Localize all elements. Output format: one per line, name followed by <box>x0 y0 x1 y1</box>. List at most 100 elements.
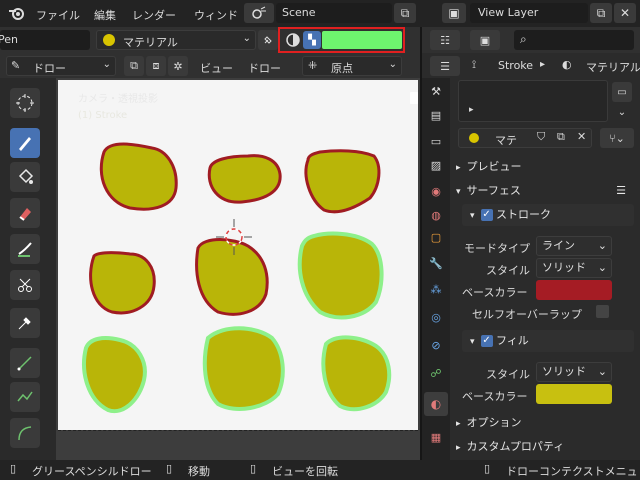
vertex-color-icon[interactable]: ▚ <box>303 31 321 49</box>
world-tab-icon[interactable]: ◍ <box>426 204 446 226</box>
scene-name: Scene <box>282 6 316 19</box>
preview-panel-header[interactable]: ▸ プレビュー <box>448 156 636 178</box>
options-panel-header[interactable]: ▸ オプション <box>448 412 636 434</box>
mode-selector[interactable]: ✎ ドロー ⌄ <box>6 56 116 76</box>
new-view-layer-icon[interactable]: ⧉ <box>590 3 612 23</box>
view-menu[interactable]: ビュー <box>200 60 233 76</box>
cursor-tool-icon[interactable] <box>10 88 40 118</box>
mode-type-dropdown[interactable]: ライン ⌄ <box>536 236 612 256</box>
green-blob-3 <box>202 326 285 411</box>
properties-search-input[interactable]: ⌕ <box>514 30 634 50</box>
polyline-tool-icon[interactable] <box>10 382 40 412</box>
red-blob-4 <box>89 251 156 315</box>
active-color-fill <box>322 31 402 49</box>
material-selector[interactable]: マテリアル ⌄ <box>96 30 256 50</box>
eyedropper-tool-icon[interactable] <box>10 308 40 338</box>
new-scene-icon[interactable]: ⧉ <box>394 3 416 23</box>
view-layer-tab-icon[interactable]: ▨ <box>426 154 446 176</box>
view-layer-icon[interactable]: ▣ <box>442 3 466 23</box>
menu-window[interactable]: ウィンド <box>194 7 238 23</box>
duplicate-icon[interactable]: ⧉ <box>557 130 565 144</box>
cutter-tool-icon[interactable] <box>10 270 40 300</box>
chevron-down-icon: ⌄ <box>597 365 607 378</box>
red-blob-3 <box>304 149 381 214</box>
slot-preview-icon[interactable]: ▭ <box>612 82 632 102</box>
output-tab-icon[interactable]: ▭ <box>426 130 446 152</box>
texture-tab-icon[interactable]: ▦ <box>426 426 446 448</box>
draw-menu[interactable]: ドロー <box>248 60 281 76</box>
stroke-style-dropdown[interactable]: ソリッド ⌄ <box>536 258 612 278</box>
custom-props-panel-header[interactable]: ▸ カスタムプロパティ <box>448 436 636 458</box>
line-tool-icon[interactable] <box>10 348 40 378</box>
fake-user-icon[interactable]: ⛉ <box>537 130 545 144</box>
tint-tool-icon[interactable] <box>10 234 40 264</box>
tool-tab-icon[interactable]: ⚒ <box>426 80 446 102</box>
slot-menu-icon[interactable]: ⌄ <box>612 104 632 120</box>
material-slot-list[interactable]: ▸ <box>458 80 608 122</box>
fill-base-color-swatch[interactable] <box>536 384 612 404</box>
surface-panel-header[interactable]: ▾ サーフェス ☰ <box>448 180 636 202</box>
menu-render[interactable]: レンダー <box>132 7 176 23</box>
stroke-enable-checkbox[interactable]: ✓ <box>480 209 493 221</box>
mode-type-label: モードタイプ <box>464 242 530 255</box>
status-item-3: ビューを回転 <box>272 465 338 478</box>
chevron-down-icon: ⌄ <box>242 33 251 44</box>
chevron-right-icon: ▸ <box>456 163 461 173</box>
drawing-canvas[interactable] <box>58 80 418 430</box>
pin-icon[interactable] <box>258 30 278 50</box>
fill-enable-checkbox[interactable]: ✓ <box>480 335 493 347</box>
scene-selector-icon[interactable] <box>244 3 274 23</box>
panel-menu-icon[interactable]: ☰ <box>430 56 460 76</box>
green-blob-1 <box>297 231 384 320</box>
scene-name-field[interactable]: Scene <box>276 3 392 23</box>
material-slot-label: マテ <box>495 134 517 147</box>
material-icon: ◐ <box>562 58 572 71</box>
fill-tool-icon[interactable] <box>10 162 40 192</box>
status-item-2: 移動 <box>188 465 210 478</box>
material-label: マテリアル <box>123 36 178 49</box>
remove-view-layer-icon[interactable]: ✕ <box>614 3 636 23</box>
layer-icon[interactable]: ⧈ <box>146 56 166 76</box>
stroke-base-color-swatch[interactable] <box>536 280 612 300</box>
display-mode-icon[interactable]: ▣ <box>470 30 500 50</box>
node-tree-icon[interactable]: ⑂⌄ <box>600 128 634 148</box>
breadcrumb-material: マテリアル <box>586 61 640 74</box>
stroke-style-label: スタイル <box>486 264 530 277</box>
fill-style-dropdown[interactable]: ソリッド ⌄ <box>536 362 612 382</box>
view-layer-field[interactable]: View Layer <box>470 3 588 23</box>
multiframe-icon[interactable]: ⧉ <box>124 56 144 76</box>
object-name-field[interactable]: Pen <box>0 30 90 50</box>
origin-selector[interactable]: ⁜ 原点 ⌄ <box>302 56 402 76</box>
scene-tab-icon[interactable]: ◉ <box>426 180 446 202</box>
unlink-icon[interactable]: ✕ <box>577 130 586 143</box>
arc-tool-icon[interactable] <box>10 418 40 448</box>
mode-label: ドロー <box>33 62 66 75</box>
menu-edit[interactable]: 編集 <box>94 7 116 23</box>
active-color-swatch[interactable] <box>322 31 402 49</box>
red-blob-2 <box>207 154 282 204</box>
color-mode-icon[interactable] <box>284 31 302 49</box>
editor-type-icon[interactable]: ☷ <box>430 30 460 50</box>
chevron-right-icon: ▸ <box>456 443 461 453</box>
render-tab-icon[interactable]: ▤ <box>426 104 446 126</box>
mouse-left-icon: ▯ <box>10 462 17 475</box>
mode-type-value: ライン <box>542 239 575 252</box>
erase-tool-icon[interactable] <box>10 198 40 228</box>
fill-style-label: スタイル <box>486 368 530 381</box>
fill-subpanel-header[interactable]: ▾ ✓ フィル <box>462 330 634 352</box>
snap-icon[interactable]: ✲ <box>168 56 188 76</box>
material-sphere-icon <box>103 34 115 46</box>
self-overlap-checkbox[interactable] <box>596 305 609 318</box>
menu-file[interactable]: ファイル <box>36 7 80 23</box>
stroke-base-color-label: ベースカラー <box>462 286 528 299</box>
physics-tab-icon[interactable]: ◎ <box>426 306 446 328</box>
origin-label: 原点 <box>331 62 353 75</box>
list-menu-icon[interactable]: ☰ <box>616 180 626 202</box>
options-label: オプション <box>466 416 522 429</box>
stroke-subpanel-header[interactable]: ▾ ✓ ストローク <box>462 204 634 226</box>
draw-tool-icon[interactable] <box>10 128 40 158</box>
constraints-tab-icon[interactable]: ⊘ <box>426 334 446 356</box>
origin-icon: ⁜ <box>308 59 318 72</box>
material-data-block[interactable]: マテ ⛉ ⧉ ✕ <box>458 128 592 148</box>
blender-logo-icon[interactable] <box>6 3 28 23</box>
